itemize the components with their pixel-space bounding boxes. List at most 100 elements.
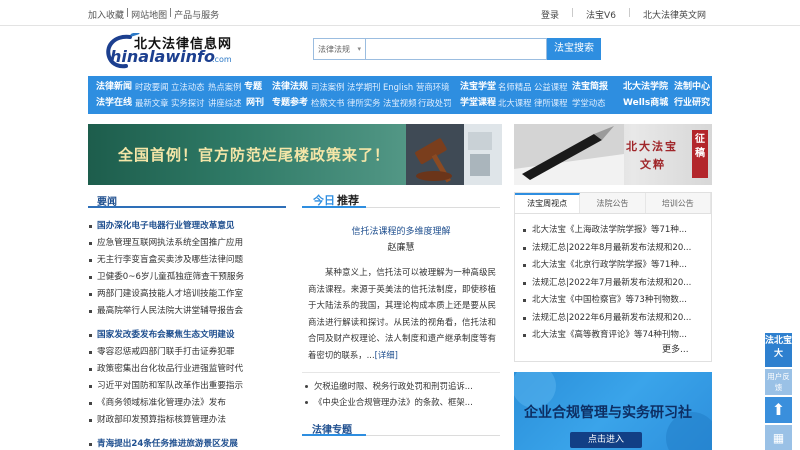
nav-link[interactable]: 实务探讨 <box>171 95 205 111</box>
divider: | <box>126 8 130 18</box>
nav-link[interactable]: Wells商城 <box>623 95 668 111</box>
login-link[interactable]: 登录 <box>541 8 559 21</box>
article-title[interactable]: 信托法课程的多维度理解 <box>302 224 500 237</box>
topic-header: 法律专题 <box>302 418 500 436</box>
nav-link[interactable]: 最新文章 <box>135 95 169 111</box>
nav-link[interactable]: 时政要闻 <box>135 79 169 95</box>
list-item[interactable]: 北大法宝《上海政法学院学报》等71种... <box>522 222 708 240</box>
nav-link[interactable]: 法宝简报 <box>572 79 608 95</box>
recommend-list: 欠税追缴时限、税务行政处罚和刑罚追诉... 《中央企业合规管理办法》的条款、框架… <box>302 378 500 410</box>
fabao-v6-link[interactable]: 法宝V6 <box>586 8 616 21</box>
nav-link[interactable]: 行业研究 <box>674 95 710 111</box>
list-item[interactable]: 两部门建设高技能人才培训技能工作室 <box>88 286 286 303</box>
list-item[interactable]: 法规汇总|2022年7月最新发布法规和20... <box>522 275 708 293</box>
weekly-list: 北大法宝《上海政法学院学报》等71种... 法规汇总|2022年8月最新发布法规… <box>522 222 708 345</box>
site-logo[interactable]: 北大法律信息网 hinalawinfo .com <box>104 33 264 69</box>
floating-sidebar: 法北宝大 用户反馈 ⬆ ▦ <box>765 333 792 450</box>
promo-banner-policy[interactable]: 全国首例！官方防范烂尾楼政策来了！ <box>88 124 502 185</box>
call-for-papers-seal: 征稿 <box>692 130 708 178</box>
list-item[interactable]: 欠税追缴时限、税务行政处罚和刑罚追诉... <box>302 378 500 394</box>
nav-link[interactable]: 名师精品 <box>498 79 532 95</box>
more-link[interactable]: 更多... <box>662 342 689 355</box>
nav-link[interactable]: 法宝视频 <box>383 95 417 111</box>
fabao-float-button[interactable]: 法北宝大 <box>765 333 792 367</box>
english-site-link[interactable]: 北大法律英文网 <box>643 8 706 21</box>
search-input[interactable] <box>365 38 547 60</box>
nav-link[interactable]: 律所实务 <box>347 95 381 111</box>
nav-link[interactable]: 讲座综述 <box>208 95 242 111</box>
nav-link[interactable]: 司法案例 <box>311 79 345 95</box>
divider <box>302 372 500 373</box>
top-links-left: 加入收藏 | 网站地图 | 产品与服务 <box>88 8 219 21</box>
logo-domain-text: .com <box>212 55 232 64</box>
nav-link[interactable]: 法学在线 <box>96 95 132 111</box>
nav-link[interactable]: 法律法规 <box>272 79 308 95</box>
nav-link[interactable]: 检察文书 <box>311 95 345 111</box>
list-item[interactable]: 国办深化电子电器行业管理改革意见 <box>88 218 286 235</box>
nav-link[interactable]: 法制中心 <box>674 79 710 95</box>
promo-banner-compliance[interactable]: 企业合规管理与实务研习社 点击进入 <box>514 372 712 450</box>
list-item[interactable]: 《中央企业合规管理办法》的条款、框架... <box>302 394 500 410</box>
enter-button[interactable]: 点击进入 <box>570 432 642 448</box>
nav-link[interactable]: 公益课程 <box>534 79 568 95</box>
nav-link[interactable]: 律所课程 <box>534 95 568 111</box>
banner-headline: 全国首例！官方防范烂尾楼政策来了！ <box>118 146 391 164</box>
main-nav: 法律新闻 时政要闻 立法动态 热点案例 专题 法律法规 司法案例 法学期刊 English 营商环… <box>88 76 712 114</box>
nav-link[interactable]: 专题 <box>244 79 262 95</box>
list-item[interactable]: 政策密集出台化妆品行业进强监管时代 <box>88 361 286 378</box>
article-author: 赵廉慧 <box>387 243 415 253</box>
back-to-top-icon[interactable]: ⬆ <box>765 397 792 423</box>
qr-code-icon[interactable]: ▦ <box>765 425 792 450</box>
recommend-header: 今日 推荐 <box>302 192 500 208</box>
tab-training-notice[interactable]: 培训公告 <box>646 193 711 213</box>
nav-link[interactable]: 立法动态 <box>171 79 205 95</box>
nav-link[interactable]: 热点案例 <box>208 79 242 95</box>
news-list: 国办深化电子电器行业管理改革意见 应急管理互联网执法系统全国推广应用 无主行李变… <box>88 218 286 450</box>
list-item[interactable]: 青海提出24条任务推进旅游景区发展 <box>88 436 286 450</box>
sitemap-link[interactable]: 网站地图 <box>131 8 167 21</box>
list-item[interactable]: 财政部印发预算指标核算管理办法 <box>88 412 286 429</box>
search-scope-select[interactable]: 法律法规 ▾ <box>313 38 365 60</box>
list-item[interactable]: 零容忍惩戒四部门联手打击证券犯罪 <box>88 344 286 361</box>
nav-link[interactable]: 网刊 <box>246 95 264 111</box>
nav-link[interactable]: 营商环境 <box>416 79 450 95</box>
nav-link[interactable]: 北大课程 <box>498 95 532 111</box>
list-item[interactable]: 北大法宝《中国检察官》等73种刊物数... <box>522 292 708 310</box>
top-bar: 加入收藏 | 网站地图 | 产品与服务 登录 | 法宝V6 | 北大法律英文网 <box>0 0 800 26</box>
list-item[interactable]: 卫健委0~6岁儿童孤独症筛查干预服务 <box>88 269 286 286</box>
list-item[interactable]: 无主行李变盲盒买卖涉及哪些法律问题 <box>88 252 286 269</box>
nav-link[interactable]: 法律新闻 <box>96 79 132 95</box>
list-item[interactable]: 法规汇总|2022年6月最新发布法规和20... <box>522 310 708 328</box>
nav-link[interactable]: 专题参考 <box>272 95 308 111</box>
article-more-link[interactable]: [详细] <box>375 350 398 360</box>
search-button[interactable]: 法宝搜索 <box>547 38 601 60</box>
banner-title-1: 北大法宝 <box>626 140 678 153</box>
tab-weekly[interactable]: 法宝周视点 <box>515 193 581 213</box>
nav-link[interactable]: 法宝学堂 <box>460 79 496 95</box>
nav-link[interactable]: English <box>383 79 413 95</box>
news-section-title: 要闻 <box>97 197 117 208</box>
list-item[interactable]: 应急管理互联网执法系统全国推广应用 <box>88 235 286 252</box>
nav-link[interactable]: 北大法学院 <box>623 79 668 95</box>
tab-court-notice[interactable]: 法院公告 <box>580 193 646 213</box>
nav-link[interactable]: 法学期刊 <box>347 79 381 95</box>
logo-en-text: hinalawinfo <box>110 47 215 66</box>
nav-link[interactable]: 学堂课程 <box>460 95 496 111</box>
list-item[interactable]: 习近平对国防和军队改革作出重要指示 <box>88 378 286 395</box>
fountain-pen-icon <box>514 124 624 185</box>
top-links-right: 登录 | 法宝V6 | 北大法律英文网 <box>541 8 706 21</box>
add-favorite-link[interactable]: 加入收藏 <box>88 8 124 21</box>
list-item[interactable]: 国家发改委发布会聚焦生态文明建设 <box>88 327 286 344</box>
divider: | <box>169 8 173 18</box>
divider: | <box>571 8 575 18</box>
list-item[interactable]: 《商务领域标准化管理办法》发布 <box>88 395 286 412</box>
header-underline <box>302 434 366 436</box>
nav-link[interactable]: 学堂动态 <box>572 95 606 111</box>
feedback-button[interactable]: 用户反馈 <box>765 369 792 395</box>
list-item[interactable]: 北大法宝《北京行政学院学报》等71种... <box>522 257 708 275</box>
promo-banner-wencui[interactable]: 北大法宝 文粹 征稿 <box>514 124 712 185</box>
nav-link[interactable]: 行政处罚 <box>418 95 452 111</box>
list-item[interactable]: 最高院举行人民法院大讲堂辅导报告会 <box>88 303 286 320</box>
list-item[interactable]: 法规汇总|2022年8月最新发布法规和20... <box>522 240 708 258</box>
products-link[interactable]: 产品与服务 <box>174 8 219 21</box>
